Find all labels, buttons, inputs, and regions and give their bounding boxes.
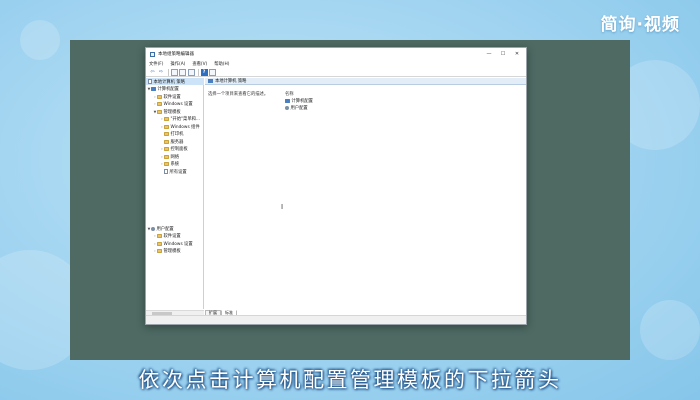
minimize-button[interactable]: — (482, 48, 496, 60)
tree-node-computer-config[interactable]: ▼ 计算机配置 (147, 86, 179, 93)
details-header: 本地计算机 策略 (205, 78, 526, 85)
tree-label: 用户配置 (156, 226, 174, 232)
folder-icon (164, 124, 169, 129)
tree-node-admin-templates[interactable]: ▼ 管理模板 (153, 108, 181, 115)
list-item-label: 计算机配置 (291, 99, 313, 104)
tree-node-user-windows-settings[interactable]: › Windows 设置 (153, 240, 193, 247)
tree-node-user-admin-templates[interactable]: › 管理模板 (153, 248, 181, 255)
filter-button[interactable] (209, 68, 216, 76)
tree-label: Windows 设置 (163, 102, 193, 107)
window-title: 本地组策略编辑器 (158, 52, 194, 57)
menu-file[interactable]: 文件(F) (149, 61, 163, 67)
back-button[interactable]: ⇦ (149, 69, 156, 76)
folder-icon (157, 94, 162, 99)
column-header-name[interactable]: 名称 (285, 91, 294, 97)
tree-label: 计算机配置 (157, 87, 179, 92)
menu-view[interactable]: 查看(V) (192, 61, 207, 67)
computer-icon (285, 99, 290, 103)
folder-icon (157, 102, 162, 106)
maximize-button[interactable]: ☐ (496, 48, 510, 60)
background-bubble (640, 300, 700, 360)
menu-bar: 文件(F) 操作(A) 查看(V) 帮助(H) (146, 60, 526, 67)
document-icon (164, 169, 168, 174)
tree-label: 管理模板 (163, 109, 181, 115)
details-pane: 本地计算机 策略 选择一个项目来查看它的描述。 名称 计算机配置 用户配置 I (205, 78, 526, 309)
toolbar-separator (168, 68, 169, 76)
tree-label: 网络 (170, 154, 180, 160)
tree-node-start-menu[interactable]: › "开始"菜单和... (160, 116, 200, 123)
tree-label: 系统 (170, 162, 180, 167)
folder-icon (164, 132, 169, 136)
tree-label: "开始"菜单和... (170, 117, 201, 122)
text-cursor-icon: I (281, 203, 284, 211)
list-item-computer-config[interactable]: 计算机配置 (285, 98, 313, 104)
folder-icon (164, 117, 169, 121)
close-button[interactable]: ✕ (510, 48, 524, 60)
tree-node-system[interactable]: › 系统 (160, 161, 179, 168)
tree-label: Windows 设置 (163, 241, 193, 247)
background-bubble (20, 20, 60, 60)
properties-button[interactable] (179, 68, 186, 76)
user-icon (285, 106, 289, 110)
menu-help[interactable]: 帮助(H) (214, 61, 229, 67)
list-item-label: 用户配置 (290, 106, 308, 111)
tree-node-software-settings[interactable]: › 软件设置 (153, 93, 181, 100)
tree-node-windows-components[interactable]: › Windows 组件 (160, 123, 200, 130)
title-bar[interactable]: 本地组策略编辑器 — ☐ ✕ (146, 48, 526, 60)
show-hide-tree-button[interactable] (170, 68, 178, 76)
brand-logo: 简询·视频 (600, 15, 680, 35)
document-icon (148, 79, 152, 84)
tree-label: 打印机 (170, 132, 184, 137)
computer-icon (151, 87, 156, 91)
folder-icon (164, 147, 169, 151)
tree-node-all-settings[interactable]: 所有设置 (160, 168, 187, 175)
tree-node-windows-settings[interactable]: › Windows 设置 (153, 101, 193, 108)
tree-label: 管理模板 (163, 249, 181, 254)
folder-icon (157, 241, 162, 246)
toolbar-separator (198, 68, 199, 76)
tree-node-root[interactable]: 本地计算机 策略 (146, 78, 204, 85)
folder-icon (164, 139, 169, 144)
tree-node-printers[interactable]: 打印机 (160, 131, 183, 138)
details-header-label: 本地计算机 策略 (215, 79, 247, 84)
group-policy-editor-window: 本地组策略编辑器 — ☐ ✕ 文件(F) 操作(A) 查看(V) 帮助(H) ⇦… (145, 47, 527, 325)
folder-icon (157, 234, 162, 238)
tree-label: 本地计算机 策略 (153, 79, 185, 85)
tree-node-network[interactable]: › 网络 (160, 153, 179, 160)
status-bar (146, 315, 526, 324)
menu-action[interactable]: 操作(A) (170, 61, 185, 67)
folder-icon (157, 109, 162, 114)
app-icon (150, 51, 155, 57)
forward-button[interactable]: ⇨ (158, 69, 165, 76)
tree-label: 所有设置 (169, 169, 187, 175)
tree-label: 服务器 (170, 139, 184, 145)
tree-label: 控制面板 (170, 147, 188, 152)
folder-icon (164, 154, 169, 159)
user-icon (151, 226, 155, 231)
tree-node-user-software-settings[interactable]: › 软件设置 (153, 233, 181, 240)
export-list-button[interactable] (187, 68, 195, 76)
subtitle-caption: 依次点击计算机配置管理模板的下拉箭头 (138, 368, 562, 392)
tree-node-server[interactable]: 服务器 (160, 138, 183, 145)
tree-label: 软件设置 (163, 234, 181, 239)
folder-icon (164, 162, 169, 166)
tree-label: Windows 组件 (170, 124, 200, 130)
help-button[interactable]: ? (200, 68, 208, 76)
tree-node-user-config[interactable]: ▼ 用户配置 (147, 225, 174, 232)
tree-node-control-panel[interactable]: › 控制面板 (160, 146, 188, 153)
computer-icon (208, 79, 213, 83)
folder-icon (157, 249, 162, 253)
list-item-user-config[interactable]: 用户配置 (285, 105, 308, 111)
tree-label: 软件设置 (163, 94, 181, 100)
toolbar: ⇦ ⇨ ? (146, 68, 526, 77)
navigation-tree: 本地计算机 策略 ▼ 计算机配置 › 软件设置 › Windows 设置 ▼ 管… (146, 78, 204, 309)
description-text: 选择一个项目来查看它的描述。 (208, 92, 269, 97)
